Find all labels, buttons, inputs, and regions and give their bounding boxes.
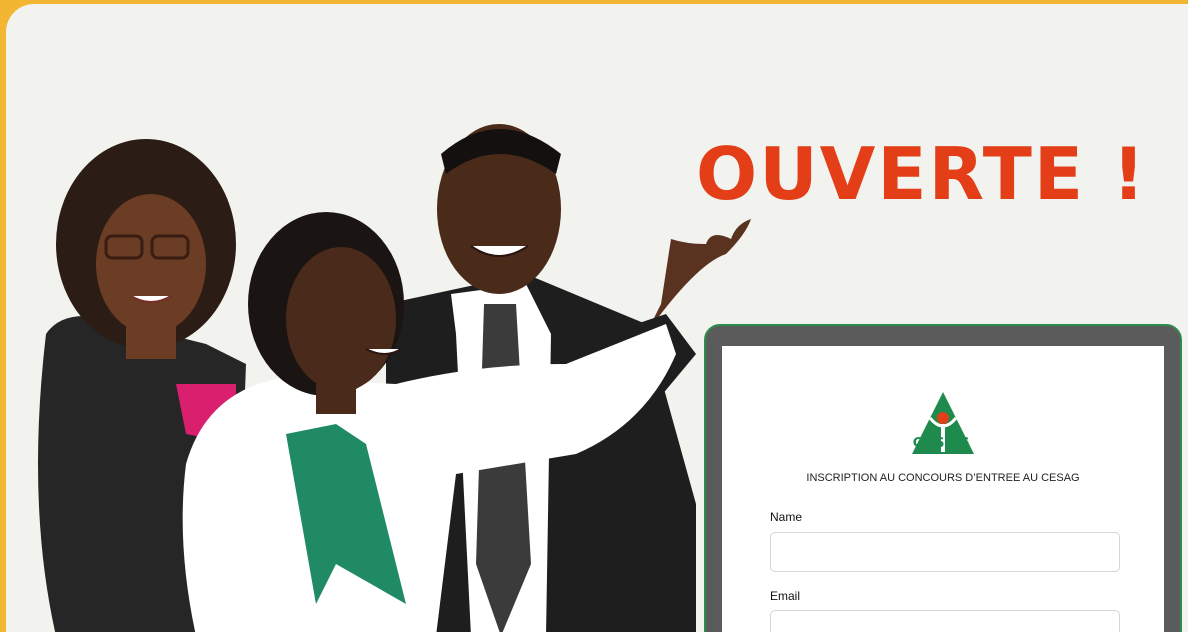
form-title: INSCRIPTION AU CONCOURS D’ENTREE AU CESA… [806, 472, 1080, 484]
headline-text: OUVERTE ! [696, 132, 1147, 216]
registration-form: CESAG INSCRIPTION AU CONCOURS D’ENTREE A… [722, 346, 1164, 632]
banner-canvas: OUVERTE ! CESAG INSCRIPTION AU CONCOURS … [6, 4, 1188, 632]
email-field[interactable] [770, 610, 1120, 632]
laptop-mockup: CESAG INSCRIPTION AU CONCOURS D’ENTREE A… [704, 324, 1182, 632]
people-illustration [38, 124, 751, 632]
logo-wordmark: CESAG [912, 436, 972, 451]
name-label: Name [770, 510, 803, 524]
name-field[interactable] [770, 532, 1120, 572]
email-label: Email [770, 589, 801, 603]
